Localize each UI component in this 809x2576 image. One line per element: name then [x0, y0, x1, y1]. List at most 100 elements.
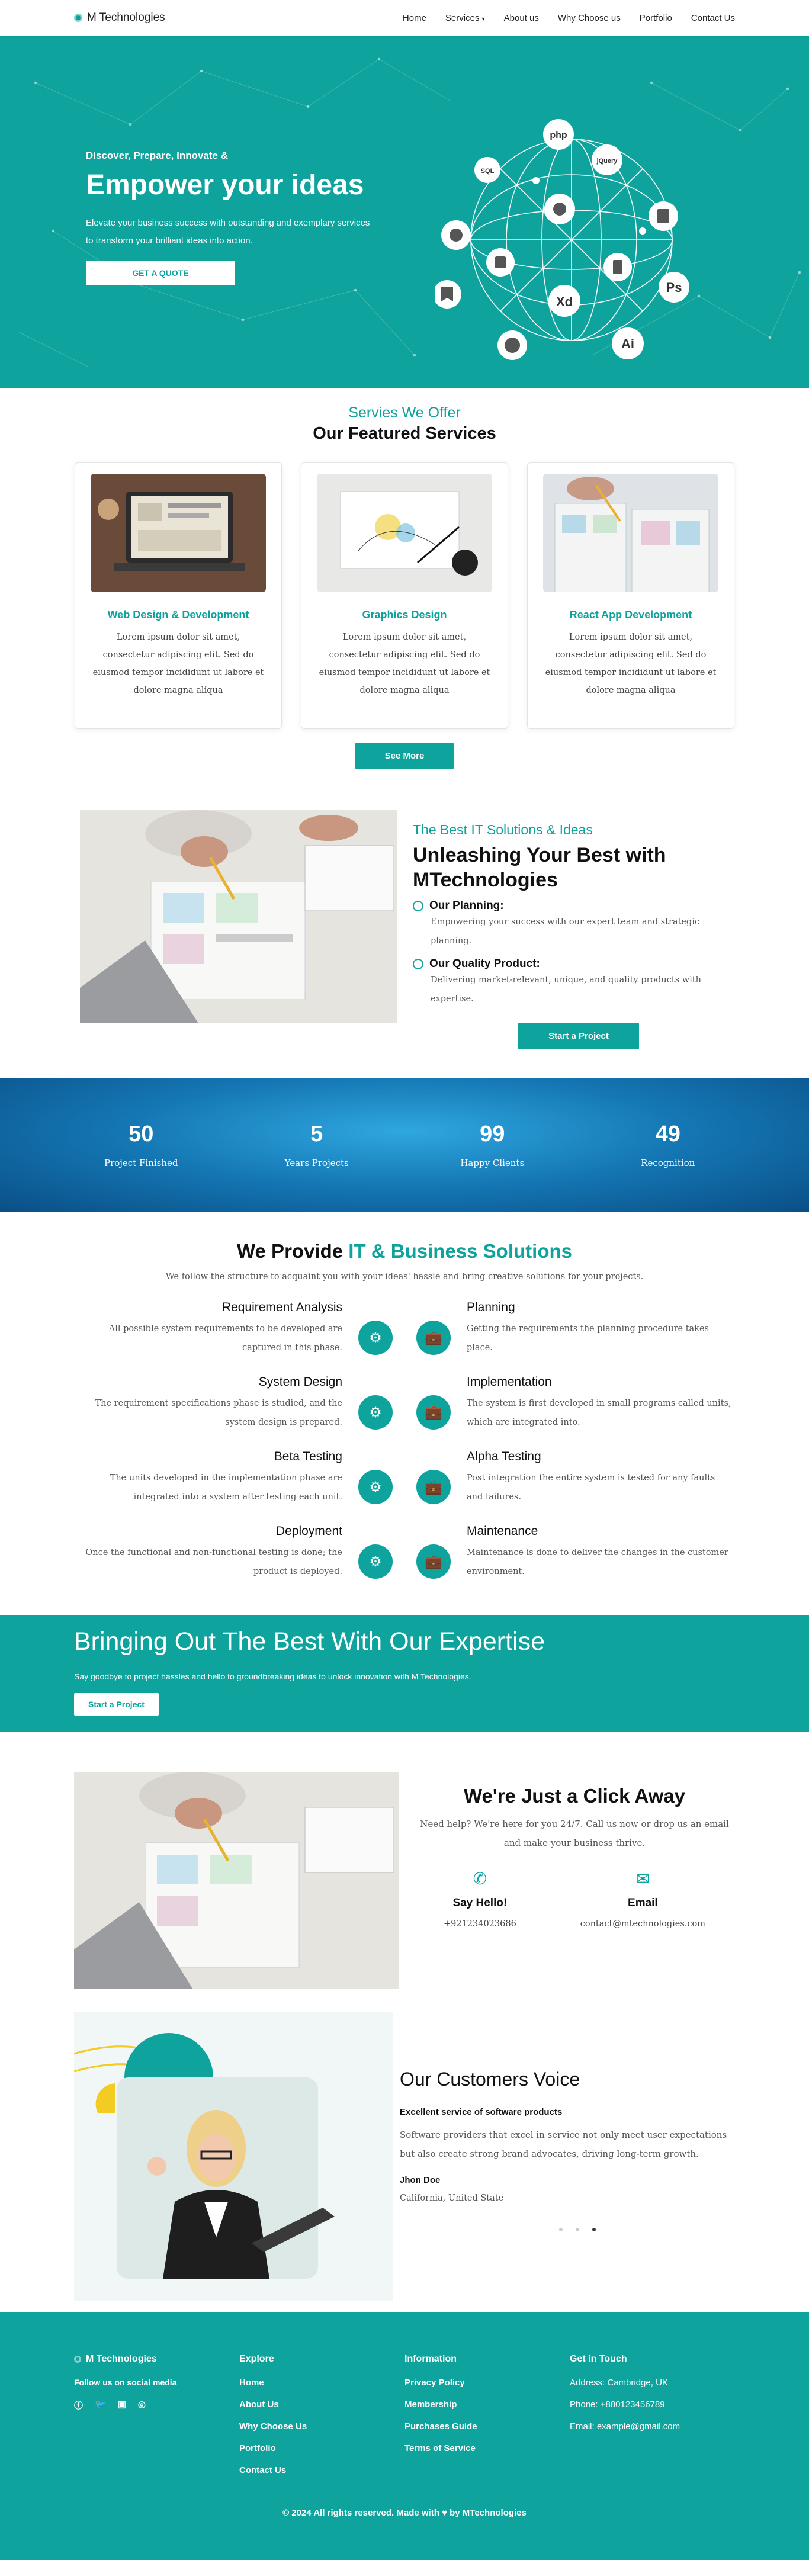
contact-subtitle: Need help? We're here for you 24/7. Call… [420, 1819, 729, 1848]
footer-brand[interactable]: M Technologies [74, 2354, 239, 2365]
service-card[interactable]: Graphics Design Lorem ipsum dolor sit am… [301, 462, 508, 729]
nav-about[interactable]: About us [504, 13, 539, 23]
footer-link-membership[interactable]: Membership [404, 2400, 570, 2410]
carousel-dot[interactable] [576, 2228, 579, 2231]
service-description: Lorem ipsum dolor sit amet, consectetur … [319, 632, 490, 695]
hero-section: Discover, Prepare, Innovate & Empower yo… [0, 36, 809, 388]
nav-home[interactable]: Home [403, 13, 426, 23]
step-left: Requirement Analysis All possible system … [76, 1300, 342, 1375]
footer-link-why[interactable]: Why Choose Us [239, 2421, 404, 2432]
see-more-button[interactable]: See More [355, 743, 454, 769]
facebook-icon[interactable]: ⓕ [74, 2399, 83, 2411]
step-title: Implementation [467, 1375, 552, 1389]
stat-item: 5 Years Projects [258, 1122, 376, 1168]
step-icons: ⚙ 💼 [354, 1375, 455, 1450]
gears-icon: ⚙ [358, 1544, 393, 1579]
nav-services[interactable]: Services ▾ [445, 13, 485, 23]
briefcase-icon: 💼 [416, 1321, 451, 1355]
step-icons: ⚙ 💼 [354, 1300, 455, 1375]
feature-title: Our Planning: [429, 900, 504, 912]
testimonial-quote: Software providers that excel in service… [400, 2129, 727, 2159]
step-icons: ⚙ 💼 [354, 1524, 455, 1599]
service-description: Lorem ipsum dolor sit amet, consectetur … [92, 632, 264, 695]
footer-phone[interactable]: Phone: +880123456789 [570, 2400, 735, 2410]
services-section: Servies We Offer Our Featured Services W… [0, 388, 809, 769]
start-project-button[interactable]: Start a Project [518, 1023, 639, 1049]
footer: M Technologies Follow us on social media… [0, 2312, 809, 2560]
brand-logo[interactable]: M Technologies [74, 11, 165, 24]
navbar: M Technologies Home Services ▾ About us … [0, 0, 809, 36]
nav-menu: Home Services ▾ About us Why Choose us P… [403, 13, 735, 23]
heart-icon: ♥ [442, 2508, 447, 2518]
tech-globe-illustration: php SQL jQuery Xd Ps Ai [435, 119, 689, 360]
phone-number[interactable]: +921234023686 [444, 1919, 516, 1929]
step-right: Planning Getting the requirements the pla… [467, 1300, 733, 1375]
services-title: Our Featured Services [313, 424, 496, 443]
stats-section: 50 Project Finished 5 Years Projects 99 Hap… [0, 1078, 809, 1212]
carousel-dot[interactable] [559, 2228, 563, 2231]
logo-icon [74, 2356, 81, 2363]
nav-services-label: Services [445, 12, 480, 23]
footer-link-privacy[interactable]: Privacy Policy [404, 2378, 570, 2388]
testimonial-text: Our Customers Voice Excellent service of… [400, 2012, 731, 2301]
service-card[interactable]: React App Development Lorem ipsum dolor … [527, 462, 734, 729]
band-start-project-button[interactable]: Start a Project [74, 1693, 159, 1716]
footer-columns: M Technologies Follow us on social media… [74, 2354, 735, 2487]
footer-brand-name: M Technologies [86, 2354, 157, 2364]
step-description: Once the functional and non-functional t… [85, 1548, 342, 1576]
phone-block[interactable]: ✆ Say Hello! +921234023686 [444, 1869, 516, 1929]
cta-band: Bringing Out The Best With Our Expertise… [0, 1615, 809, 1732]
step-right: Implementation The system is first develo… [467, 1375, 733, 1450]
step-title: Requirement Analysis [221, 1300, 342, 1314]
about-section: The Best IT Solutions & Ideas Unleashing… [80, 810, 809, 1049]
step-description: The requirement specifications phase is … [95, 1399, 342, 1427]
footer-link-home[interactable]: Home [239, 2378, 404, 2388]
footer-touch-col: Get in Touch Address: Cambridge, UK Phon… [570, 2354, 735, 2487]
hero-description: Elevate your business success with outst… [86, 218, 370, 246]
nav-portfolio[interactable]: Portfolio [640, 13, 672, 23]
get-in-touch-title: Get in Touch [570, 2354, 627, 2364]
footer-explore-col: Explore Home About Us Why Choose Us Port… [239, 2354, 404, 2487]
band-description: Say goodbye to project hassles and hello… [74, 1672, 471, 1681]
instagram-icon[interactable]: ◎ [138, 2399, 146, 2411]
get-quote-button[interactable]: GET A QUOTE [86, 261, 235, 285]
step-description: The system is first developed in small p… [467, 1399, 731, 1427]
sql-icon: SQL [481, 168, 495, 175]
photoshop-icon: Ps [666, 280, 682, 295]
about-kicker: The Best IT Solutions & Ideas [413, 822, 593, 837]
footer-link-terms[interactable]: Terms of Service [404, 2443, 570, 2453]
css3-icon [613, 260, 622, 274]
nav-why[interactable]: Why Choose us [558, 13, 621, 23]
solutions-section: We Provide IT & Business Solutions We fo… [0, 1212, 809, 1599]
copyright-text-a: © 2024 All rights reserved. Made with [282, 2508, 442, 2518]
stat-number: 49 [655, 1121, 680, 1146]
shopify-icon [495, 256, 506, 268]
gears-icon: ⚙ [358, 1470, 393, 1504]
jquery-icon: jQuery [596, 158, 618, 165]
step-title: Maintenance [467, 1524, 538, 1538]
step-right: Maintenance Maintenance is done to delive… [467, 1524, 733, 1599]
footer-link-purchases[interactable]: Purchases Guide [404, 2421, 570, 2432]
service-title: React App Development [569, 609, 692, 621]
email-block[interactable]: ✉ Email contact@mtechnologies.com [580, 1869, 705, 1929]
email-address[interactable]: contact@mtechnologies.com [580, 1919, 705, 1929]
linkedin-icon[interactable]: ▣ [118, 2399, 126, 2411]
carousel-dot-active[interactable] [592, 2228, 596, 2231]
service-card[interactable]: Web Design & Development Lorem ipsum dol… [75, 462, 282, 729]
footer-link-portfolio[interactable]: Portfolio [239, 2443, 404, 2453]
nav-contact[interactable]: Contact Us [691, 13, 735, 23]
services-kicker: Servies We Offer [348, 404, 461, 421]
stat-item: 99 Happy Clients [433, 1122, 551, 1168]
solutions-title-b: IT & Business Solutions [348, 1240, 572, 1262]
footer-email[interactable]: Email: example@gmail.com [570, 2421, 735, 2432]
step-description: Post integration the entire system is te… [467, 1473, 715, 1502]
testimonial-title: Our Customers Voice [400, 2068, 580, 2090]
process-steps: Requirement Analysis All possible system … [0, 1300, 809, 1599]
footer-address: Address: Cambridge, UK [570, 2378, 668, 2388]
footer-link-contact[interactable]: Contact Us [239, 2465, 404, 2475]
twitter-icon[interactable]: 🐦 [95, 2399, 106, 2411]
stat-number: 5 [310, 1121, 323, 1146]
footer-link-about[interactable]: About Us [239, 2400, 404, 2410]
step-description: Getting the requirements the planning pr… [467, 1324, 710, 1353]
about-title: Unleashing Your Best with MTechnologies [413, 844, 666, 891]
